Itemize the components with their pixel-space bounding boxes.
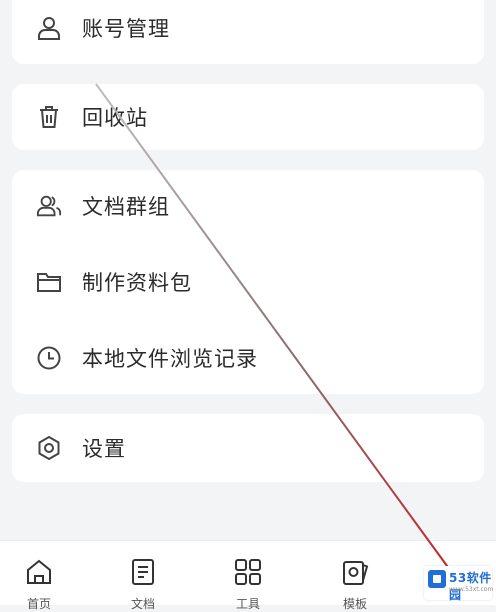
gear-icon (36, 435, 62, 461)
tab-tools[interactable]: 工具 (213, 541, 283, 611)
folder-icon (36, 269, 62, 295)
trash-icon (36, 104, 62, 130)
watermark-logo-icon (428, 570, 446, 588)
group-icon (36, 193, 62, 219)
bottom-tab-bar: 首页 文档 工具 模板 (0, 540, 496, 611)
document-icon (128, 557, 158, 587)
tab-templates[interactable]: 模板 (320, 541, 390, 611)
menu-item-account-label: 账号管理 (82, 17, 170, 41)
clock-icon (36, 345, 62, 371)
menu-item-recycle-bin-label: 回收站 (82, 106, 148, 130)
menu-item-recycle-bin[interactable]: 回收站 (12, 87, 484, 147)
menu-item-document-groups[interactable]: 文档群组 (12, 176, 484, 236)
watermark-subtext: www.53xt.com (449, 586, 494, 593)
recycle-card: 回收站 (12, 84, 484, 150)
home-icon (24, 557, 54, 587)
menu-item-make-package-label: 制作资料包 (82, 271, 192, 295)
account-card: 账号管理 (12, 0, 484, 64)
settings-card: 设置 (12, 414, 484, 482)
user-icon (36, 15, 62, 41)
documents-card: 文档群组 制作资料包 本地文件浏览记录 (12, 170, 484, 394)
menu-item-local-history-label: 本地文件浏览记录 (82, 347, 258, 371)
menu-item-settings[interactable]: 设置 (12, 418, 484, 478)
menu-item-document-groups-label: 文档群组 (82, 195, 170, 219)
menu-item-settings-label: 设置 (82, 437, 126, 461)
watermark-logo: 53软件园 www.53xt.com (424, 566, 494, 602)
tab-home[interactable]: 首页 (4, 541, 74, 611)
menu-item-local-history[interactable]: 本地文件浏览记录 (12, 328, 484, 388)
template-icon (340, 557, 370, 587)
menu-item-make-package[interactable]: 制作资料包 (12, 252, 484, 312)
menu-item-account[interactable]: 账号管理 (12, 0, 484, 58)
tab-documents[interactable]: 文档 (108, 541, 178, 611)
grid-icon (233, 557, 263, 587)
